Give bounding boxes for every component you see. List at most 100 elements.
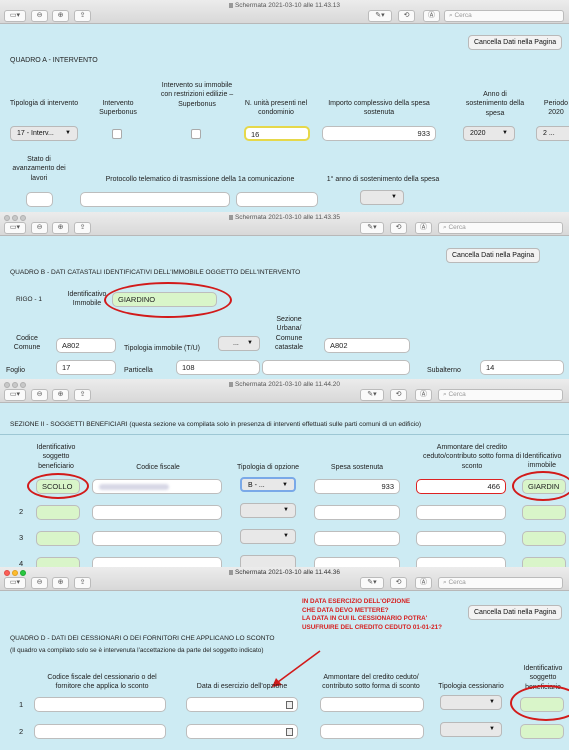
- restrizioni-checkbox[interactable]: [191, 129, 201, 139]
- calendar-icon[interactable]: [286, 728, 293, 736]
- handwritten-question-note: IN DATA ESERCIZIO DELL'OPZIONE CHE DATA …: [302, 598, 472, 632]
- calendar-icon[interactable]: [286, 701, 293, 709]
- window-quadro-a: Schermata 2021-03-10 alle 11.43.13 ▭▾ ⊖ …: [0, 0, 569, 212]
- row3-cf-input[interactable]: [92, 531, 222, 546]
- col-unita-label: N. unità presenti nel condominio: [244, 100, 308, 117]
- row3-immobile-input[interactable]: [522, 531, 566, 546]
- annotate-icon[interactable]: Ⓐ: [415, 389, 432, 401]
- row1-data-input[interactable]: [186, 697, 298, 712]
- rotate-icon[interactable]: ⟲: [398, 10, 415, 22]
- sidebar-toggle-icon[interactable]: ▭▾: [4, 10, 26, 22]
- row1-ammontare-input[interactable]: [320, 697, 424, 712]
- row1-tipologia-select[interactable]: B - ... ▼: [240, 477, 296, 492]
- particella-input[interactable]: 108: [176, 360, 260, 375]
- zoom-in-icon[interactable]: ⊕: [52, 577, 69, 589]
- search-input[interactable]: ⌕ Cerca: [438, 389, 563, 401]
- zoom-out-icon[interactable]: ⊖: [31, 222, 48, 234]
- note-line: LA DATA IN CUI IL CESSIONARIO POTRA': [302, 615, 428, 622]
- row1-ammontare-input[interactable]: 466: [416, 479, 506, 494]
- zoom-in-icon[interactable]: ⊕: [52, 10, 69, 22]
- row4-immobile-input[interactable]: [522, 557, 566, 567]
- clear-data-button[interactable]: Cancella Dati nella Pagina: [468, 605, 563, 620]
- markup-pen-icon[interactable]: ✎▾: [360, 577, 384, 589]
- row4-tipologia-select[interactable]: [240, 555, 296, 567]
- row3-tipologia-select[interactable]: ▼: [240, 529, 296, 544]
- red-highlight-circle: [512, 471, 569, 501]
- chevron-down-icon: ▼: [502, 130, 508, 136]
- row2-cf-input[interactable]: [34, 724, 166, 739]
- clear-data-button[interactable]: Cancella Dati nella Pagina: [446, 248, 541, 263]
- protocollo-input[interactable]: [80, 192, 230, 207]
- share-icon[interactable]: ⇪: [74, 10, 91, 22]
- zoom-in-icon[interactable]: ⊕: [52, 222, 69, 234]
- sezione-input[interactable]: A802: [324, 338, 410, 353]
- col-immobile-label: Identificativo immobile: [522, 453, 562, 470]
- row2-tipologia-select[interactable]: ▼: [240, 503, 296, 518]
- row1-tipologia-select[interactable]: ▼: [440, 695, 502, 710]
- search-input[interactable]: ⌕ Cerca: [438, 222, 563, 234]
- row1-cf-input[interactable]: [34, 697, 166, 712]
- row4-ident-input[interactable]: [36, 557, 80, 567]
- unita-input[interactable]: 16: [244, 126, 310, 141]
- anno-select[interactable]: 2020 ▼: [463, 126, 515, 141]
- row3-spesa-input[interactable]: [314, 531, 400, 546]
- window-quadro-d: Schermata 2021-03-10 alle 11.44.36 ▭▾ ⊖ …: [0, 567, 569, 750]
- sidebar-toggle-icon[interactable]: ▭▾: [4, 222, 26, 234]
- row4-spesa-input[interactable]: [314, 557, 400, 567]
- row3-ident-input[interactable]: [36, 531, 80, 546]
- periodo-select-value: 2 ...: [543, 130, 555, 137]
- clear-data-button[interactable]: Cancella Dati nella Pagina: [468, 35, 563, 50]
- subalterno-input[interactable]: 14: [480, 360, 564, 375]
- search-input[interactable]: ⌕ Cerca: [438, 577, 563, 589]
- periodo-select[interactable]: 2 ...: [536, 126, 569, 141]
- row2-immobile-input[interactable]: [522, 505, 566, 520]
- markup-pen-icon[interactable]: ✎▾: [368, 10, 392, 22]
- row2-cf-input[interactable]: [92, 505, 222, 520]
- tipologia-immobile-select[interactable]: ... ▼: [218, 336, 260, 351]
- protocollo-input-2[interactable]: [236, 192, 318, 207]
- share-icon[interactable]: ⇪: [74, 389, 91, 401]
- row2-data-input[interactable]: [186, 724, 298, 739]
- annotate-icon[interactable]: Ⓐ: [415, 577, 432, 589]
- markup-pen-icon[interactable]: ✎▾: [360, 222, 384, 234]
- row2-ident-input[interactable]: [520, 724, 564, 739]
- annotate-icon[interactable]: Ⓐ: [423, 10, 440, 22]
- zoom-out-icon[interactable]: ⊖: [31, 10, 48, 22]
- primo-anno-select[interactable]: ▼: [360, 190, 404, 205]
- row4-ammontare-input[interactable]: [416, 557, 506, 567]
- particella-input-2[interactable]: [262, 360, 410, 375]
- rotate-icon[interactable]: ⟲: [390, 389, 407, 401]
- sezione-label: Sezione Urbana/ Comune catastale: [274, 316, 304, 352]
- sidebar-toggle-icon[interactable]: ▭▾: [4, 389, 26, 401]
- search-input[interactable]: ⌕ Cerca: [444, 10, 564, 22]
- foglio-input[interactable]: 17: [56, 360, 116, 375]
- row2-spesa-input[interactable]: [314, 505, 400, 520]
- importo-input[interactable]: 933: [322, 126, 436, 141]
- share-icon[interactable]: ⇪: [74, 222, 91, 234]
- superbonus-checkbox[interactable]: [112, 129, 122, 139]
- row3-ammontare-input[interactable]: [416, 531, 506, 546]
- rotate-icon[interactable]: ⟲: [390, 577, 407, 589]
- annotate-icon[interactable]: Ⓐ: [415, 222, 432, 234]
- rotate-icon[interactable]: ⟲: [390, 222, 407, 234]
- row2-ammontare-input[interactable]: [416, 505, 506, 520]
- row1-cf-input[interactable]: [92, 479, 222, 494]
- row2-tipologia-select[interactable]: ▼: [440, 722, 502, 737]
- file-icon: [228, 214, 233, 220]
- row4-cf-input[interactable]: [92, 557, 222, 567]
- zoom-out-icon[interactable]: ⊖: [31, 577, 48, 589]
- row2-ammontare-input[interactable]: [320, 724, 424, 739]
- zoom-in-icon[interactable]: ⊕: [52, 389, 69, 401]
- sidebar-toggle-icon[interactable]: ▭▾: [4, 577, 26, 589]
- tipologia-select[interactable]: 17 - Interv... ▼: [10, 126, 78, 141]
- zoom-out-icon[interactable]: ⊖: [31, 389, 48, 401]
- share-icon[interactable]: ⇪: [74, 577, 91, 589]
- tipologia-immobile-label: Tipologia immobile (T/U): [124, 345, 200, 352]
- window-title: Schermata 2021-03-10 alle 11.43.13: [0, 2, 569, 10]
- row1-spesa-input[interactable]: 933: [314, 479, 400, 494]
- markup-pen-icon[interactable]: ✎▾: [360, 389, 384, 401]
- row2-ident-input[interactable]: [36, 505, 80, 520]
- stato-input[interactable]: [26, 192, 53, 207]
- chevron-down-icon: ▼: [283, 507, 289, 513]
- codice-comune-input[interactable]: A802: [56, 338, 116, 353]
